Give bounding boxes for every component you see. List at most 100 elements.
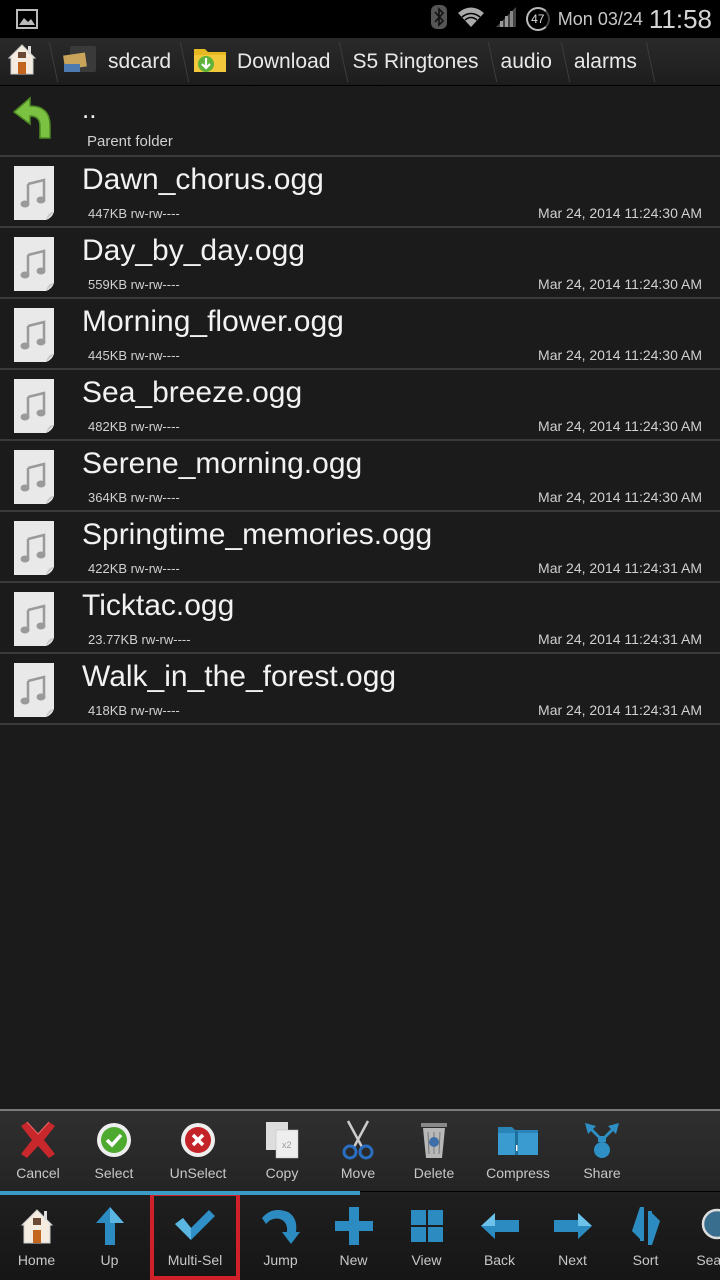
file-row[interactable]: Ticktac.ogg 23.77KB rw-rw---- Mar 24, 20… — [0, 583, 720, 654]
left-arrow-icon — [478, 1204, 522, 1248]
file-row[interactable]: Day_by_day.ogg 559KB rw-rw---- Mar 24, 2… — [0, 228, 720, 299]
file-name: Walk_in_the_forest.ogg — [82, 660, 397, 693]
zip-folder-icon — [496, 1119, 540, 1161]
wifi-icon — [456, 5, 486, 34]
parent-folder-name: .. — [82, 94, 97, 124]
cancel-x-icon — [16, 1119, 60, 1161]
share-button[interactable]: Share — [564, 1111, 640, 1191]
breadcrumb-home[interactable] — [0, 38, 52, 86]
search-button[interactable]: Search — [682, 1192, 720, 1280]
file-date: Mar 24, 2014 11:24:30 AM — [538, 418, 702, 434]
bottom-toolbar: Home Up Multi-Sel Jump New View Back Nex… — [0, 1191, 720, 1280]
home-button[interactable]: Home — [0, 1192, 73, 1280]
file-size-perms: 559KB rw-rw---- — [88, 277, 180, 292]
file-date: Mar 24, 2014 11:24:30 AM — [538, 205, 702, 221]
file-date: Mar 24, 2014 11:24:31 AM — [538, 702, 702, 718]
file-size-perms: 23.77KB rw-rw---- — [88, 632, 191, 647]
copy-button[interactable]: x2 Copy — [244, 1111, 320, 1191]
sort-button[interactable]: Sort — [609, 1192, 682, 1280]
audio-file-icon — [14, 308, 54, 362]
action-toolbar: Cancel Select UnSelect x2 Copy Move Dele… — [0, 1109, 720, 1191]
file-row[interactable]: Springtime_memories.ogg 422KB rw-rw---- … — [0, 512, 720, 583]
file-name: Springtime_memories.ogg — [82, 518, 433, 551]
breadcrumb-alarms[interactable]: alarms — [564, 38, 649, 86]
scissors-icon — [336, 1119, 380, 1161]
file-name: Serene_morning.ogg — [82, 447, 363, 480]
breadcrumb-label: audio — [500, 49, 552, 73]
file-date: Mar 24, 2014 11:24:30 AM — [538, 276, 702, 292]
status-time: 11:58 — [648, 3, 712, 34]
audio-file-icon — [14, 237, 54, 291]
parent-folder-row[interactable]: .. Parent folder — [0, 86, 720, 157]
sdcard-folder-icon — [62, 44, 98, 80]
file-name: Day_by_day.ogg — [82, 234, 305, 267]
file-row[interactable]: Dawn_chorus.ogg 447KB rw-rw---- Mar 24, … — [0, 157, 720, 228]
file-size-perms: 447KB rw-rw---- — [88, 206, 180, 221]
file-row[interactable]: Sea_breeze.ogg 482KB rw-rw---- Mar 24, 2… — [0, 370, 720, 441]
select-button[interactable]: Select — [76, 1111, 152, 1191]
breadcrumb-label: sdcard — [108, 49, 172, 73]
audio-file-icon — [14, 379, 54, 433]
new-button[interactable]: New — [317, 1192, 390, 1280]
view-button[interactable]: View — [390, 1192, 463, 1280]
select-check-icon — [92, 1119, 136, 1161]
plus-icon — [332, 1204, 376, 1248]
trash-icon — [412, 1119, 456, 1161]
breadcrumb-label: Download — [237, 49, 331, 73]
toolbar-scroll-indicator — [0, 1191, 360, 1195]
up-button[interactable]: Up — [73, 1192, 146, 1280]
file-size-perms: 364KB rw-rw---- — [88, 490, 180, 505]
audio-file-icon — [14, 592, 54, 646]
compress-button[interactable]: Compress — [472, 1111, 564, 1191]
file-size-perms: 422KB rw-rw---- — [88, 561, 180, 576]
jump-arrow-icon — [259, 1204, 303, 1248]
breadcrumb: sdcard Download S5 Ringtones audio alarm… — [0, 38, 720, 86]
file-row[interactable]: Walk_in_the_forest.ogg 418KB rw-rw---- M… — [0, 654, 720, 725]
signal-icon — [494, 5, 518, 34]
checkmark-icon — [173, 1204, 217, 1248]
home-icon — [6, 42, 38, 82]
next-button[interactable]: Next — [536, 1192, 609, 1280]
copy-icon: x2 — [260, 1119, 304, 1161]
jump-button[interactable]: Jump — [244, 1192, 317, 1280]
svg-text:x2: x2 — [282, 1140, 292, 1150]
file-row[interactable]: Serene_morning.ogg 364KB rw-rw---- Mar 2… — [0, 441, 720, 512]
file-date: Mar 24, 2014 11:24:31 AM — [538, 631, 702, 647]
file-name: Ticktac.ogg — [82, 589, 235, 622]
delete-button[interactable]: Delete — [396, 1111, 472, 1191]
breadcrumb-audio[interactable]: audio — [491, 38, 564, 86]
file-row[interactable]: Morning_flower.ogg 445KB rw-rw---- Mar 2… — [0, 299, 720, 370]
image-icon — [16, 9, 38, 29]
bluetooth-icon — [430, 4, 448, 35]
breadcrumb-label: S5 Ringtones — [352, 49, 479, 73]
file-size-perms: 445KB rw-rw---- — [88, 348, 180, 363]
breadcrumb-sdcard[interactable]: sdcard — [52, 38, 183, 86]
file-size-perms: 482KB rw-rw---- — [88, 419, 180, 434]
file-date: Mar 24, 2014 11:24:31 AM — [538, 560, 702, 576]
download-folder-icon — [193, 45, 227, 79]
breadcrumb-s5-ringtones[interactable]: S5 Ringtones — [342, 38, 490, 86]
parent-folder-arrow-icon — [12, 94, 52, 148]
parent-folder-label: Parent folder — [87, 133, 173, 150]
breadcrumb-label: alarms — [573, 49, 637, 73]
file-date: Mar 24, 2014 11:24:30 AM — [538, 347, 702, 363]
grid-view-icon — [405, 1204, 449, 1248]
file-name: Morning_flower.ogg — [82, 305, 344, 338]
file-name: Dawn_chorus.ogg — [82, 163, 324, 196]
multi-select-button[interactable]: Multi-Sel — [150, 1192, 240, 1280]
back-button[interactable]: Back — [463, 1192, 536, 1280]
search-icon — [697, 1204, 720, 1248]
audio-file-icon — [14, 166, 54, 220]
file-name: Sea_breeze.ogg — [82, 376, 303, 409]
audio-file-icon — [14, 450, 54, 504]
breadcrumb-download[interactable]: Download — [183, 38, 342, 86]
audio-file-icon — [14, 663, 54, 717]
cancel-button[interactable]: Cancel — [0, 1111, 76, 1191]
unselect-button[interactable]: UnSelect — [152, 1111, 244, 1191]
move-button[interactable]: Move — [320, 1111, 396, 1191]
status-bar: 47 Mon 03/24 11:58 — [0, 0, 720, 38]
battery-indicator: 47 — [525, 7, 550, 31]
sort-icon — [624, 1204, 668, 1248]
right-arrow-icon — [551, 1204, 595, 1248]
share-icon — [580, 1119, 624, 1161]
